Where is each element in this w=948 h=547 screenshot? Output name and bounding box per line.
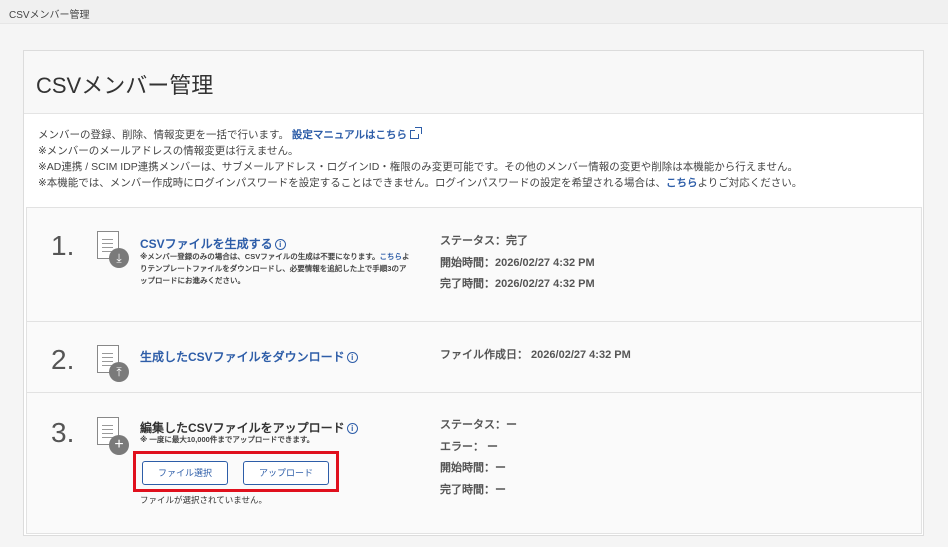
external-link-icon[interactable] [410, 127, 423, 139]
no-file-selected-text: ファイルが選択されていません。 [140, 495, 267, 505]
top-bar-title: CSVメンバー管理 [9, 10, 90, 21]
csv-member-panel: CSVメンバー管理 メンバーの登録、削除、情報変更を一括で行います。 設定マニュ… [23, 50, 924, 536]
error-line: エラー： ー [440, 440, 499, 453]
generate-csv-link[interactable]: CSVファイルを生成する i [140, 235, 286, 252]
upload-limit-note: ※ 一度に最大10,000件までアップロードできます。 [140, 435, 315, 444]
step-status: ステータス：ー エラー： ー 開始時間：ー 完了時間：ー [440, 415, 517, 501]
step-number: 2. [51, 344, 75, 375]
end-time: 完了時間：2026/02/27 4:32 PM [440, 278, 595, 290]
note-line-4: ※本機能では、メンバー作成時にログインパスワードを設定することはできません。ログ… [38, 177, 803, 189]
step-status: ステータス：完了 開始時間：2026/02/27 4:32 PM 完了時間：20… [440, 231, 595, 296]
top-bar: CSVメンバー管理 [0, 0, 948, 24]
highlight-frame: ファイル選択 アップロード [133, 451, 339, 492]
note-line-2: ※メンバーのメールアドレスの情報変更は行えません。 [38, 145, 299, 157]
info-icon[interactable]: i [346, 352, 358, 363]
note-line-1: メンバーの登録、削除、情報変更を一括で行います。 設定マニュアルはこちら [38, 127, 923, 143]
notes: メンバーの登録、削除、情報変更を一括で行います。 設定マニュアルはこちら ※メン… [24, 114, 923, 191]
note-line-3: ※AD連携 / SCIM IDP連携メンバーは、サブメールアドレス・ログインID… [38, 161, 798, 173]
status-line: ステータス：ー [440, 419, 517, 431]
step-generate: 1. ⤓ CSVファイルを生成する i ※メンバー登録のみの場合は、CSVファイル… [27, 208, 921, 322]
manual-link[interactable]: 設定マニュアルはこちら [292, 129, 407, 141]
steps-container: 1. ⤓ CSVファイルを生成する i ※メンバー登録のみの場合は、CSVファイル… [26, 207, 922, 534]
file-created-date: ファイル作成日： 2026/02/27 4:32 PM [440, 349, 631, 361]
info-icon[interactable]: i [274, 239, 286, 250]
start-time: 開始時間：2026/02/27 4:32 PM [440, 256, 595, 269]
info-icon[interactable]: i [346, 423, 358, 434]
step-number: 3. [51, 417, 75, 448]
end-time: 完了時間：ー [440, 483, 506, 496]
download-icon: ⤓ [109, 248, 129, 268]
start-time: 開始時間：ー [440, 462, 506, 474]
download-csv-link[interactable]: 生成したCSVファイルをダウンロード i [140, 348, 358, 365]
step-download: 2. ⤒ 生成したCSVファイルをダウンロード i ファイル作成日： 2026/0… [27, 322, 921, 393]
plus-icon: + [109, 435, 129, 455]
step-number: 1. [51, 230, 75, 261]
template-link[interactable]: こちら [379, 252, 402, 261]
step-upload: 3. + 編集したCSVファイルをアップロード i ※ 一度に最大10,000件ま… [27, 393, 921, 533]
step-description: ※メンバー登録のみの場合は、CSVファイルの生成は不要になります。こちらよりテン… [140, 252, 410, 285]
upload-icon: ⤒ [109, 362, 129, 382]
password-help-link[interactable]: こちら [666, 177, 698, 189]
upload-button[interactable]: アップロード [243, 461, 329, 485]
file-select-button[interactable]: ファイル選択 [142, 461, 228, 485]
page-title: CSVメンバー管理 [36, 73, 214, 98]
panel-header: CSVメンバー管理 [24, 51, 923, 114]
status-line: ステータス：完了 [440, 235, 528, 247]
